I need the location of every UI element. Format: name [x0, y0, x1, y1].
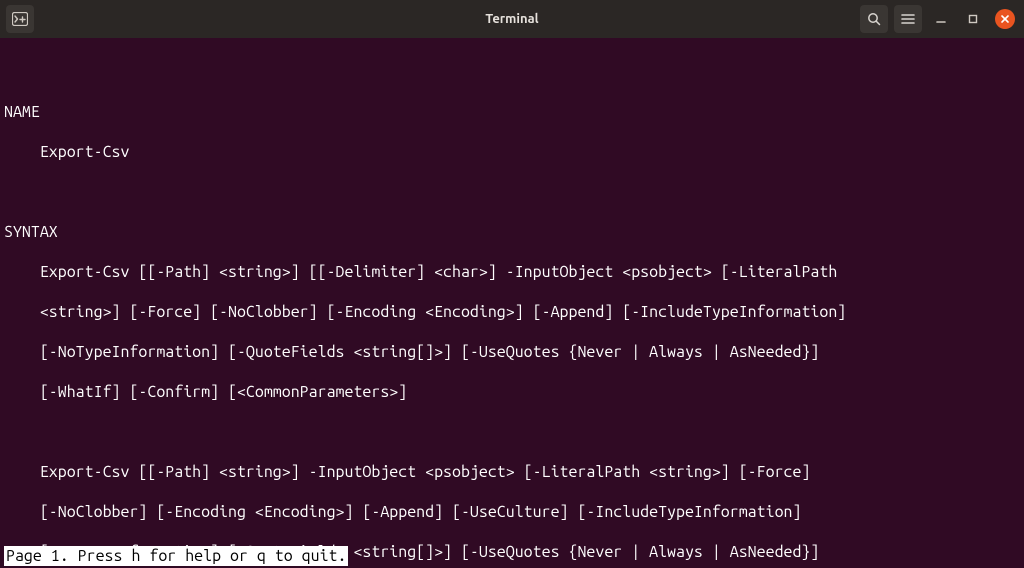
syntax-line: [-NoTypeInformation] [-QuoteFields <stri… [4, 342, 1020, 362]
section-header-syntax: SYNTAX [4, 222, 1020, 242]
close-dot [995, 9, 1015, 29]
new-tab-button[interactable] [6, 5, 34, 33]
titlebar-right [860, 5, 1018, 33]
section-header-name: NAME [4, 102, 1020, 122]
syntax-line: [-WhatIf] [-Confirm] [<CommonParameters>… [4, 382, 1020, 402]
close-button[interactable] [992, 6, 1018, 32]
blank-line [4, 422, 1020, 442]
command-name: Export-Csv [4, 142, 1020, 162]
syntax-line: <string>] [-Force] [-NoClobber] [-Encodi… [4, 302, 1020, 322]
close-icon [1000, 14, 1010, 24]
blank-line [4, 62, 1020, 82]
syntax-line: [-NoClobber] [-Encoding <Encoding>] [-Ap… [4, 502, 1020, 522]
syntax-line: Export-Csv [[-Path] <string>] -InputObje… [4, 462, 1020, 482]
menu-button[interactable] [894, 5, 922, 33]
maximize-button[interactable] [960, 6, 986, 32]
pager-status: Page 1. Press h for help or q to quit. [4, 546, 348, 566]
minimize-icon [935, 13, 947, 25]
blank-line [4, 182, 1020, 202]
hamburger-icon [901, 13, 915, 25]
terminal-plus-icon [12, 12, 28, 26]
syntax-line: Export-Csv [[-Path] <string>] [[-Delimit… [4, 262, 1020, 282]
titlebar-left [6, 5, 34, 33]
search-button[interactable] [860, 5, 888, 33]
maximize-icon [967, 13, 979, 25]
titlebar: Terminal [0, 0, 1024, 38]
search-icon [867, 12, 881, 26]
terminal-viewport[interactable]: NAME Export-Csv SYNTAX Export-Csv [[-Pat… [0, 38, 1024, 568]
minimize-button[interactable] [928, 6, 954, 32]
